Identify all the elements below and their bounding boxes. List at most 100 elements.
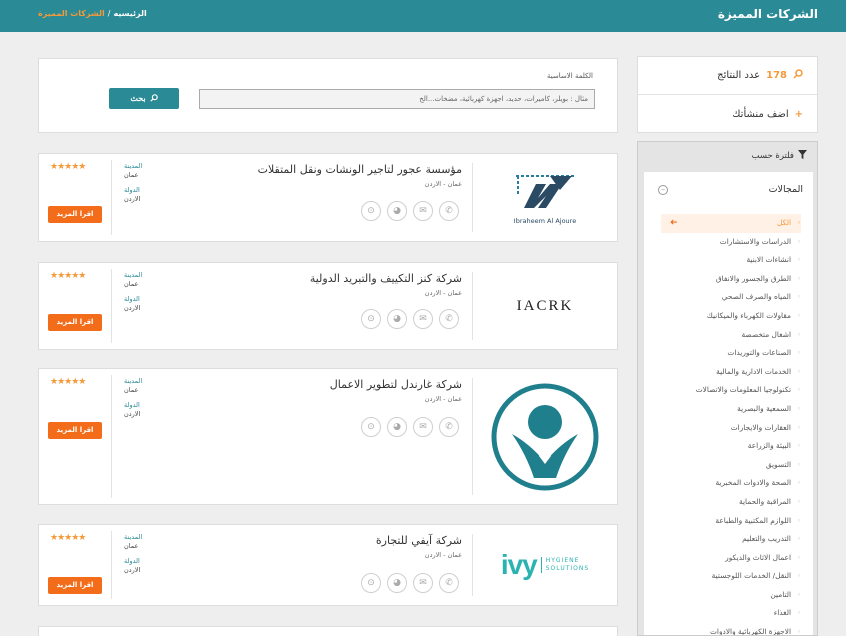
breadcrumb-home-link[interactable]: الرئيسيه	[113, 9, 146, 18]
country-label: الدولة	[124, 557, 140, 565]
read-more-button[interactable]: اقرا المزيد	[48, 314, 102, 331]
email-icon[interactable]: ✉	[413, 417, 433, 437]
plus-icon: +	[794, 108, 803, 120]
map-pin-icon[interactable]: ⊙	[361, 417, 381, 437]
top-bar: الشركات المميزة الرئيسيه/الشركات المميزة	[0, 0, 846, 32]
category-item[interactable]: ◦ الدراسات والاستشارات	[641, 233, 801, 252]
category-item[interactable]: ◦ اعمال الاثاث والديكور	[641, 549, 801, 568]
category-label: اشغال متخصصة	[741, 329, 791, 339]
category-item[interactable]: ◦ النقل/ الخدمات اللوجستية	[641, 567, 801, 586]
company-logo[interactable]	[473, 369, 617, 504]
city-label: المدينة	[124, 377, 143, 385]
keyword-input[interactable]: مثال : بويلر، كاميرات، حديد، اجهزة كهربا…	[199, 89, 595, 109]
bullet-icon: ◦	[796, 386, 801, 395]
filter-header: فلترة حسب	[752, 150, 807, 162]
email-icon[interactable]: ✉	[413, 573, 433, 593]
company-logo-text: IACRK	[516, 297, 574, 314]
category-item[interactable]: ◦ الخدمات الادارية والمالية	[641, 363, 801, 382]
company-info: المدينة عمان الدولة الاردن	[124, 162, 142, 204]
category-item[interactable]: ◦ اشغال متخصصة	[641, 326, 801, 345]
arrow-left-icon: ➜	[670, 218, 678, 228]
category-item[interactable]: ◦ السمعية والبصرية	[641, 400, 801, 419]
category-label: البيئة والزراعة	[747, 441, 791, 451]
add-business-link[interactable]: + اضف منشأتك	[638, 95, 817, 133]
category-item[interactable]: ◦ البيئة والزراعة	[641, 437, 801, 456]
search-button[interactable]: بحث	[109, 88, 179, 109]
phone-icon[interactable]: ✆	[439, 201, 459, 221]
city-value: عمان	[124, 542, 139, 550]
website-icon[interactable]: ◕	[387, 309, 407, 329]
contact-icons: ✆ ✉ ◕ ⊙	[361, 201, 459, 221]
category-item[interactable]: ◦ التسويق	[641, 456, 801, 475]
map-pin-icon[interactable]: ⊙	[361, 573, 381, 593]
bullet-icon: ◦	[796, 609, 801, 618]
contact-icons: ✆ ✉ ◕ ⊙	[361, 309, 459, 329]
category-item[interactable]: ◦ التامين	[641, 586, 801, 605]
phone-icon[interactable]: ✆	[439, 417, 459, 437]
divider	[111, 375, 112, 498]
map-pin-icon[interactable]: ⊙	[361, 309, 381, 329]
phone-icon[interactable]: ✆	[439, 573, 459, 593]
read-more-button[interactable]: اقرا المزيد	[48, 206, 102, 223]
breadcrumb-current: الشركات المميزة	[38, 9, 105, 18]
filter-icon	[798, 150, 807, 162]
company-logo[interactable]: IACRK	[473, 263, 617, 349]
company-location: عمان - الاردن	[424, 395, 462, 403]
phone-icon[interactable]: ✆	[439, 309, 459, 329]
company-card: شركة غارندل لتطوير الاعمال عمان - الاردن…	[38, 368, 618, 505]
bullet-icon: ◦	[796, 460, 801, 469]
category-item[interactable]: ◦ انشاءات الابنية	[641, 251, 801, 270]
category-item[interactable]: ◦ الصحة والادوات المخبرية	[641, 474, 801, 493]
category-item[interactable]: ◦ التدريب والتعليم	[641, 530, 801, 549]
company-logo-subtext: SOLUTIONS	[545, 565, 590, 572]
category-label: الخدمات الادارية والمالية	[716, 366, 791, 376]
email-icon[interactable]: ✉	[413, 309, 433, 329]
read-more-button[interactable]: اقرا المزيد	[48, 577, 102, 594]
category-item[interactable]: ◦ المياه والصرف الصحي	[641, 288, 801, 307]
website-icon[interactable]: ◕	[387, 417, 407, 437]
email-icon[interactable]: ✉	[413, 201, 433, 221]
company-name[interactable]: شركة آيفي للتجارة	[376, 534, 462, 547]
category-item[interactable]: ◦ الطرق والجسور والانفاق	[641, 270, 801, 289]
search-icon	[150, 93, 158, 104]
page-title: الشركات المميزة	[717, 7, 818, 21]
bullet-icon: ◦	[796, 293, 801, 302]
country-label: الدولة	[124, 186, 140, 194]
city-label: المدينة	[124, 162, 143, 170]
website-icon[interactable]: ◕	[387, 201, 407, 221]
company-name[interactable]: شركة كنز التكييف والتبريد الدولية	[310, 272, 462, 285]
company-logo[interactable]: ivy HYGIENE SOLUTIONS	[473, 525, 617, 605]
collapse-icon[interactable]: –	[658, 185, 668, 195]
bullet-icon: ◦	[796, 311, 801, 320]
read-more-button[interactable]: اقرا المزيد	[48, 422, 102, 439]
category-item[interactable]: ◦ الصناعات والتوريدات	[641, 344, 801, 363]
divider	[472, 378, 473, 495]
category-label: الصحة والادوات المخبرية	[715, 478, 791, 488]
category-label: الغذاء	[773, 608, 791, 618]
company-name[interactable]: مؤسسة عجور لتاجير الونشات ونقل المتقلات	[258, 163, 462, 176]
bullet-icon: ◦	[796, 497, 801, 506]
divider	[111, 160, 112, 235]
add-business-label: اضف منشأتك	[732, 108, 789, 120]
divider	[472, 163, 473, 232]
category-item[interactable]: ◦ الاجهزة الكهربائية والادوات	[641, 623, 801, 635]
category-label: انشاءات الابنية	[746, 255, 791, 265]
category-item[interactable]: ◦ اللوازم المكتبية والطباعة	[641, 512, 801, 531]
category-item-all[interactable]: ◦ الكل ➜	[661, 214, 801, 233]
company-info: المدينة عمان الدولة الاردن	[124, 377, 142, 419]
category-item[interactable]: ◦ الغذاء	[641, 604, 801, 623]
category-item[interactable]: ◦ مقاولات الكهرباء والميكانيك	[641, 307, 801, 326]
divider	[472, 272, 473, 340]
company-name[interactable]: شركة غارندل لتطوير الاعمال	[330, 378, 462, 391]
category-item[interactable]: ◦ المراقبة والحماية	[641, 493, 801, 512]
categories-panel: المجالات – ◦ الكل ➜ ◦ الدراسات والاستشارات ◦ ا…	[641, 172, 813, 635]
company-logo[interactable]: Ibraheem Al Ajoure	[473, 154, 617, 241]
company-card: IACRK شركة كنز التكييف والتبريد الدولية …	[38, 262, 618, 350]
results-count: 178	[766, 70, 787, 81]
map-pin-icon[interactable]: ⊙	[361, 201, 381, 221]
category-item[interactable]: ◦ العقارات والايجارات	[641, 419, 801, 438]
website-icon[interactable]: ◕	[387, 573, 407, 593]
company-logo-text: ivy	[500, 549, 538, 580]
company-location: عمان - الاردن	[424, 289, 462, 297]
category-item[interactable]: ◦ تكنولوجيا المعلومات والاتصالات	[641, 381, 801, 400]
